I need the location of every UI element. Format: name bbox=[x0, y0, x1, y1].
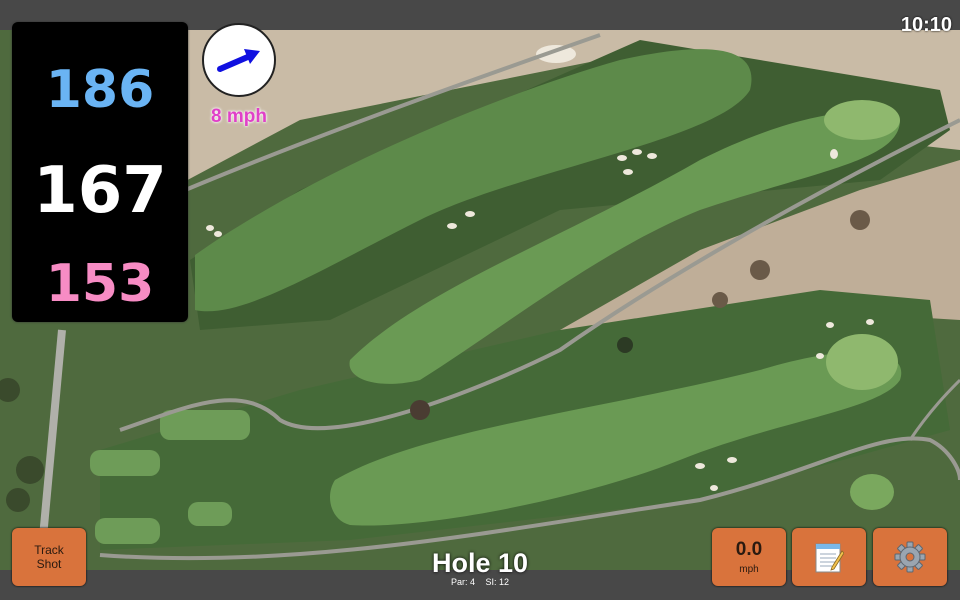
distance-back: 186 bbox=[45, 60, 155, 120]
clock: 10:10 bbox=[900, 14, 952, 36]
hole-meta: Par: 4 SI: 12 bbox=[380, 577, 580, 587]
speed-value: 0.0 bbox=[735, 538, 763, 560]
hole-stroke-index: SI: 12 bbox=[485, 577, 510, 587]
distance-front: 153 bbox=[45, 254, 155, 314]
gear-icon bbox=[894, 541, 926, 573]
speed-button[interactable]: 0.0 mph bbox=[712, 528, 786, 586]
track-shot-button[interactable]: Track Shot bbox=[12, 528, 86, 586]
track-shot-label-line2: Shot bbox=[36, 557, 62, 571]
wind-direction-dial bbox=[202, 23, 276, 97]
settings-button[interactable] bbox=[873, 528, 947, 586]
hole-par: Par: 4 bbox=[450, 577, 475, 587]
distance-middle: 167 bbox=[33, 154, 167, 228]
notes-button[interactable] bbox=[792, 528, 866, 586]
distance-panel: 186 167 153 bbox=[12, 22, 188, 322]
wind-arrow-icon bbox=[217, 49, 260, 72]
notepad-icon bbox=[815, 543, 844, 573]
speed-unit: mph bbox=[739, 563, 759, 575]
hole-title[interactable]: Hole 10 bbox=[380, 548, 580, 579]
wind-speed: 8 mph bbox=[211, 106, 267, 127]
track-shot-label-line1: Track bbox=[34, 543, 64, 557]
